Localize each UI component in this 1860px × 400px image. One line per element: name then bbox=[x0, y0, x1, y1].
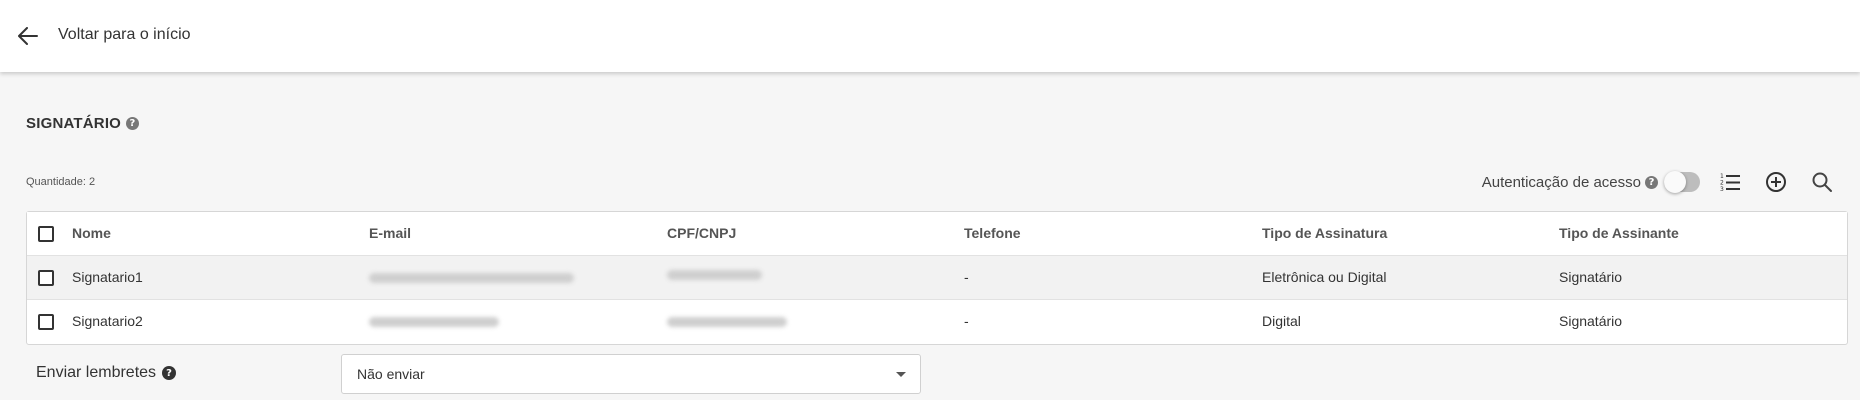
cell-telefone: - bbox=[964, 269, 969, 285]
column-header-nome[interactable]: Nome bbox=[72, 225, 111, 241]
cell-email-redacted bbox=[369, 273, 574, 283]
reminder-field-label: Enviar lembretes ? bbox=[36, 364, 177, 382]
help-icon[interactable]: ? bbox=[1645, 175, 1658, 189]
cell-email-redacted bbox=[369, 317, 499, 327]
table-row[interactable]: Signatario1 - Eletrônica ou Digital Sign… bbox=[27, 256, 1847, 300]
row-checkbox[interactable] bbox=[38, 270, 54, 286]
help-icon[interactable]: ? bbox=[162, 366, 177, 380]
reminder-select-value: Não enviar bbox=[357, 366, 425, 382]
table-row[interactable]: Signatario2 - Digital Signatário bbox=[27, 300, 1847, 344]
column-header-tipo-assinatura[interactable]: Tipo de Assinatura bbox=[1262, 225, 1387, 241]
auth-access-label: Autenticação de acesso bbox=[1481, 173, 1641, 191]
cell-nome: Signatario2 bbox=[72, 313, 143, 329]
add-circle-icon[interactable] bbox=[1762, 168, 1790, 196]
search-icon[interactable] bbox=[1808, 168, 1836, 196]
back-arrow-icon[interactable] bbox=[14, 22, 42, 50]
signatories-table: Nome E-mail CPF/CNPJ Telefone Tipo de As… bbox=[26, 211, 1848, 345]
cell-tipo-assinante: Signatário bbox=[1559, 313, 1623, 329]
row-checkbox[interactable] bbox=[38, 314, 54, 330]
column-header-email[interactable]: E-mail bbox=[369, 225, 411, 241]
select-all-checkbox[interactable] bbox=[38, 226, 54, 242]
column-header-cpf[interactable]: CPF/CNPJ bbox=[667, 225, 736, 241]
svg-text:3: 3 bbox=[1720, 186, 1724, 192]
cell-telefone: - bbox=[964, 313, 969, 329]
list-numbered-icon[interactable]: 1 2 3 bbox=[1716, 168, 1744, 196]
column-header-tipo-assinante[interactable]: Tipo de Assinante bbox=[1559, 225, 1679, 241]
cell-tipo-assinatura: Digital bbox=[1262, 313, 1301, 329]
quantity-label: Quantidade: 2 bbox=[26, 176, 96, 188]
cell-tipo-assinante: Signatário bbox=[1559, 269, 1623, 285]
reminder-label-text: Enviar lembretes bbox=[36, 364, 157, 381]
cell-tipo-assinatura: Eletrônica ou Digital bbox=[1262, 269, 1387, 285]
top-bar: Voltar para o início bbox=[0, 0, 1860, 72]
cell-nome: Signatario1 bbox=[72, 269, 143, 285]
table-header-row: Nome E-mail CPF/CNPJ Telefone Tipo de As… bbox=[27, 212, 1847, 256]
auth-access-toggle[interactable] bbox=[1664, 171, 1700, 193]
reminder-select[interactable]: Não enviar bbox=[341, 354, 921, 394]
column-header-telefone[interactable]: Telefone bbox=[964, 225, 1021, 241]
toggle-knob bbox=[1664, 171, 1686, 193]
table-toolbar: Autenticação de acesso ? 1 2 3 bbox=[1482, 168, 1836, 196]
caret-down-icon bbox=[896, 372, 906, 377]
section-title: SIGNATÁRIO ? bbox=[26, 115, 140, 132]
section-title-text: SIGNATÁRIO bbox=[26, 115, 122, 132]
cell-cpf-redacted bbox=[667, 317, 787, 327]
back-link[interactable]: Voltar para o início bbox=[58, 26, 191, 44]
help-icon[interactable]: ? bbox=[126, 117, 140, 130]
cell-cpf-redacted bbox=[667, 270, 762, 280]
